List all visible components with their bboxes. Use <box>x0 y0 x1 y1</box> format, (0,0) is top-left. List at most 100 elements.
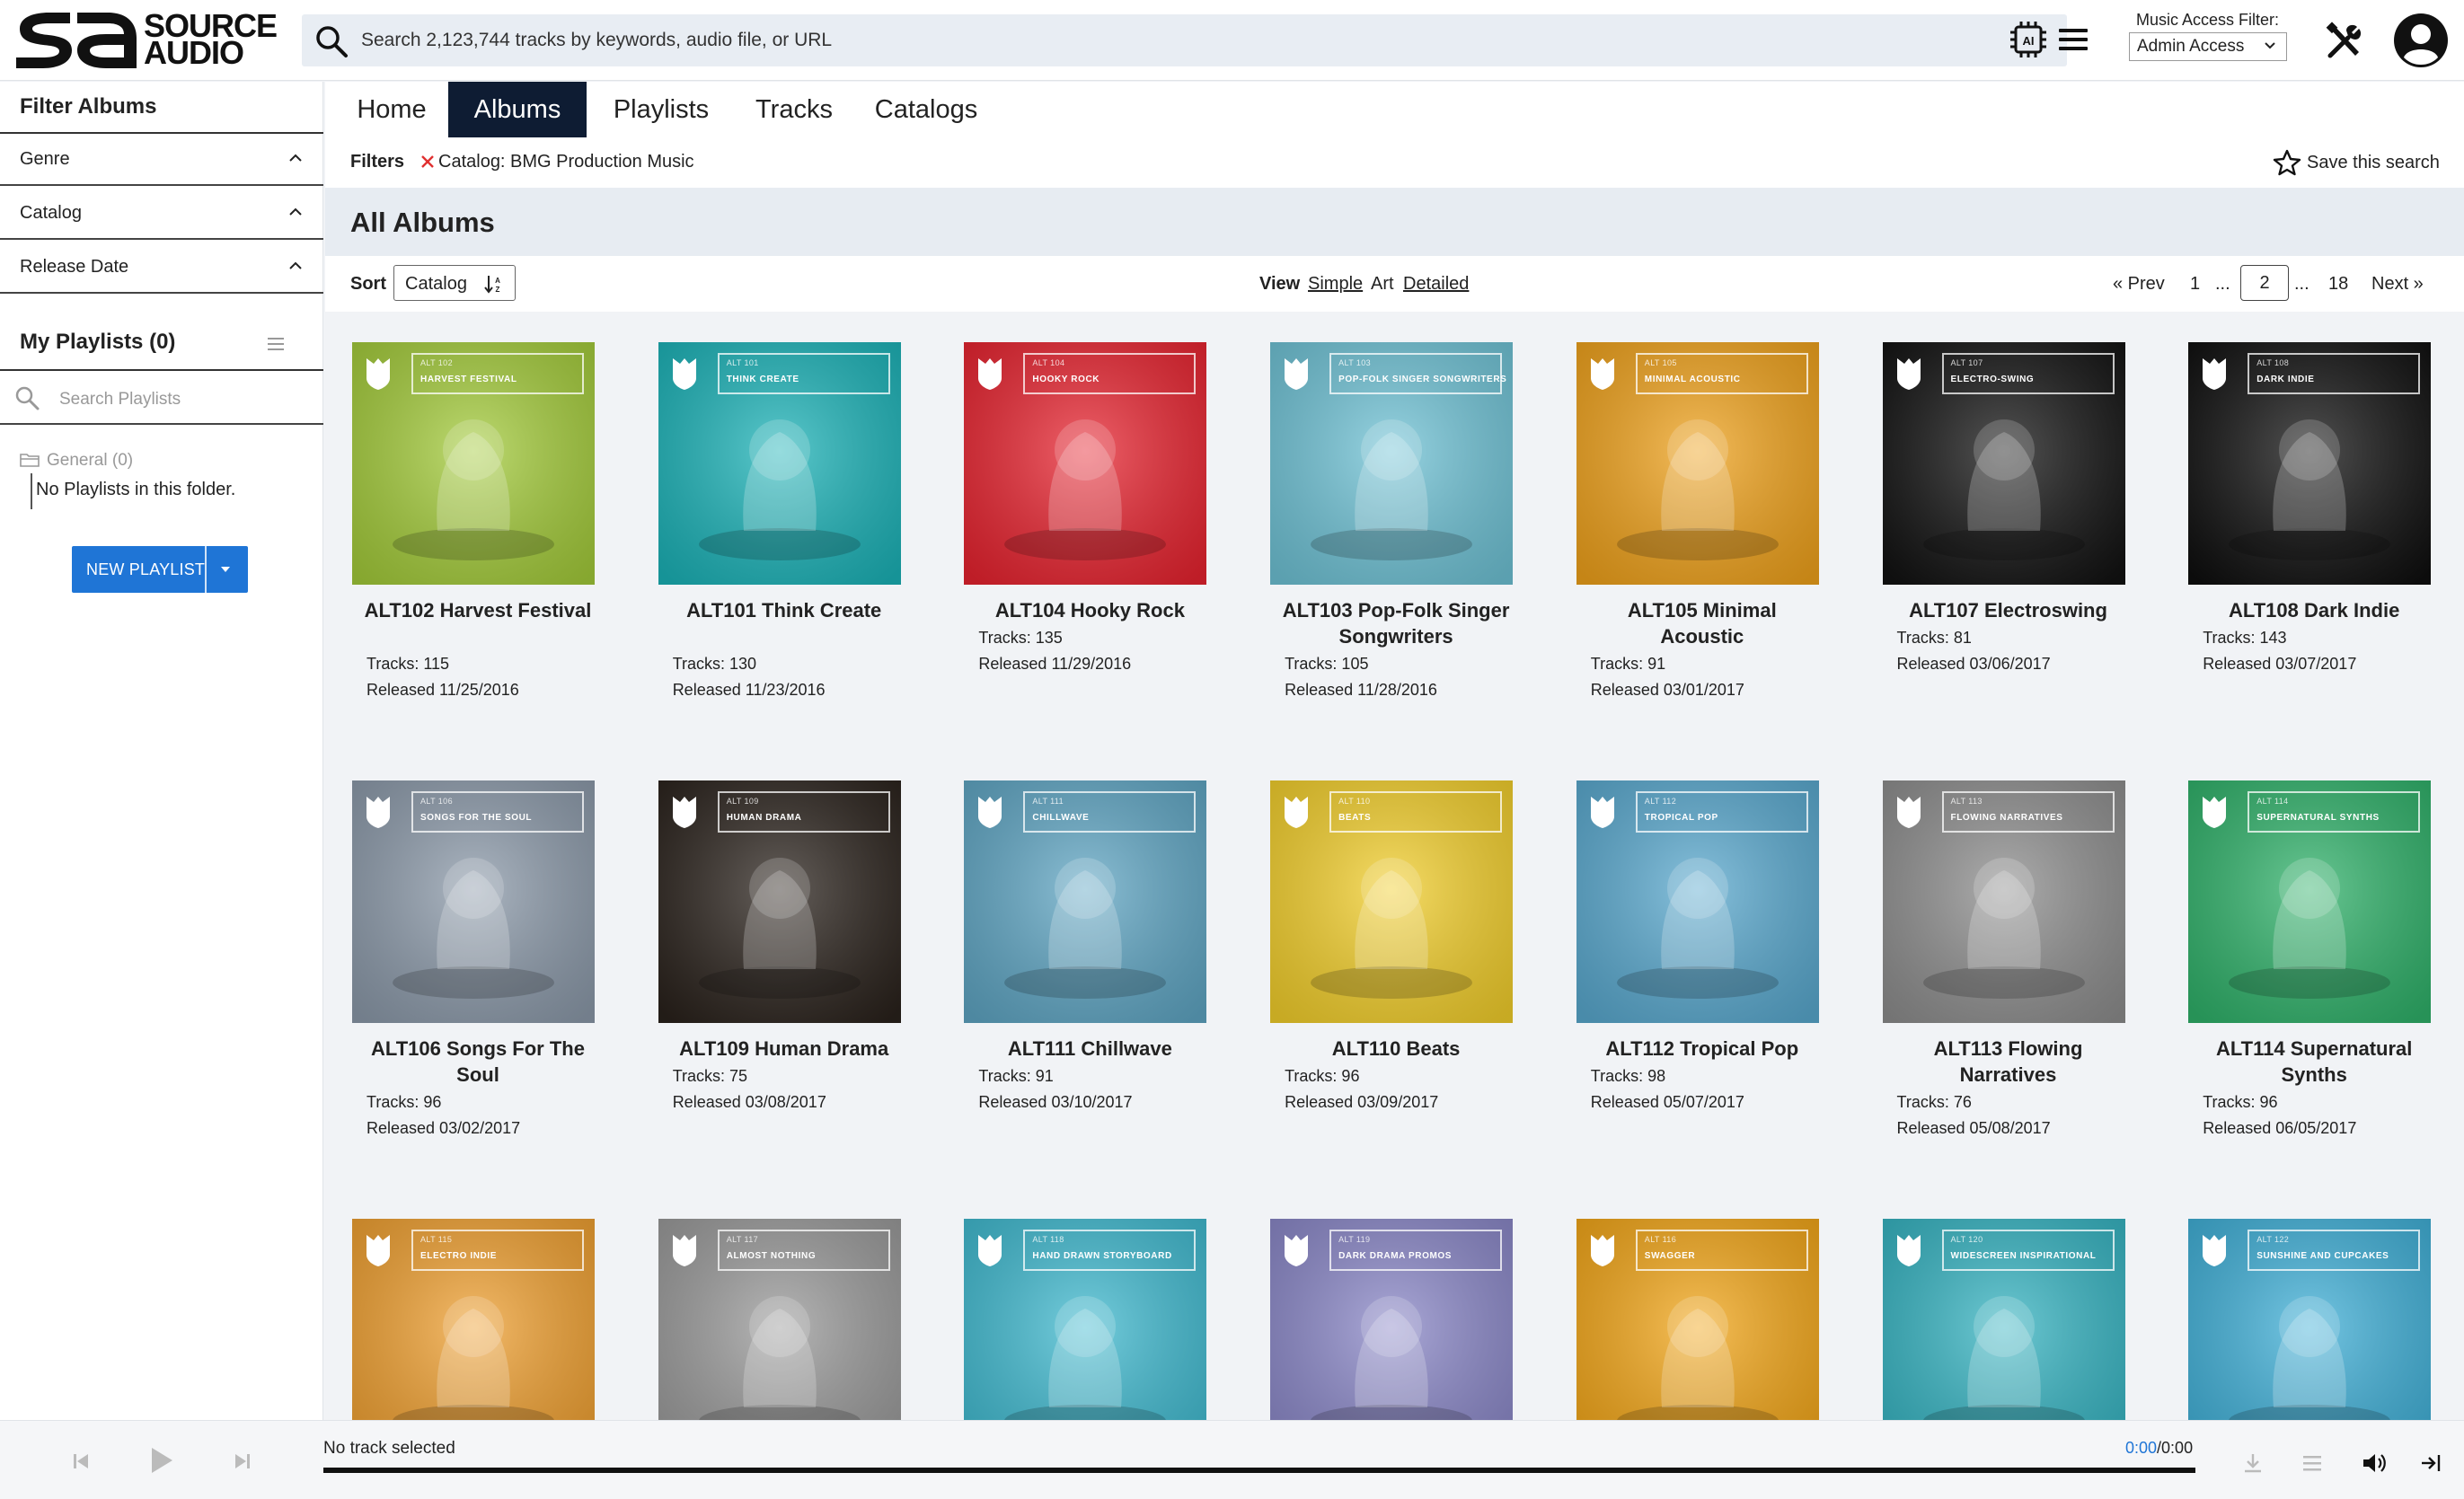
filters-label: Filters <box>350 152 405 172</box>
album-cover[interactable]: ALT 105 MINIMAL ACOUSTIC <box>1576 342 1819 585</box>
app: SOURCE AUDIO AI Musi <box>0 0 2464 1499</box>
album-cover[interactable]: ALT 106 SONGS FOR THE SOUL <box>352 780 595 1023</box>
album-release-date: Released 11/29/2016 <box>978 655 1132 673</box>
view-detailed[interactable]: Detailed <box>1403 274 1469 295</box>
album-cover[interactable]: ALT 111 CHILLWAVE <box>964 780 1207 1023</box>
close-player-icon[interactable] <box>2420 1451 2442 1475</box>
tab-tracks[interactable]: Tracks <box>737 82 852 137</box>
album-name[interactable]: ALT106 Songs For The Soul <box>325 1036 631 1088</box>
queue-list-icon[interactable] <box>2301 1453 2323 1473</box>
album-name[interactable]: ALT105 Minimal Acoustic <box>1550 597 1855 649</box>
shield-logo-icon <box>1285 1235 1309 1266</box>
button-divider <box>205 546 207 593</box>
player-total-time: /0:00 <box>2157 1439 2194 1457</box>
player-progress-bar[interactable] <box>323 1468 2195 1473</box>
album-name[interactable]: ALT102 Harvest Festival <box>325 597 631 623</box>
pagination-page-last[interactable]: 18 <box>2328 274 2348 295</box>
logo[interactable]: SOURCE AUDIO <box>13 10 282 70</box>
album-cover[interactable]: ALT 110 BEATS <box>1270 780 1514 1023</box>
ai-chip-icon[interactable]: AI <box>2009 20 2048 59</box>
download-icon[interactable] <box>2242 1451 2264 1475</box>
pagination-prev[interactable]: « Prev <box>2113 274 2165 295</box>
tab-playlists[interactable]: Playlists <box>591 82 731 137</box>
playlists-menu-icon[interactable] <box>266 335 286 353</box>
album-cover[interactable]: ALT 119 DARK DRAMA PROMOS <box>1270 1219 1514 1420</box>
album-name[interactable]: ALT111 Chillwave <box>937 1036 1242 1062</box>
album-name[interactable]: ALT112 Tropical Pop <box>1550 1036 1855 1062</box>
play-icon[interactable] <box>149 1446 174 1475</box>
album-name[interactable]: ALT113 Flowing Narratives <box>1856 1036 2161 1088</box>
album-cover[interactable]: ALT 115 ELECTRO INDIE <box>352 1219 595 1420</box>
caret-down-icon[interactable] <box>219 564 232 575</box>
album-cover[interactable]: ALT 101 THINK CREATE <box>658 342 901 585</box>
new-playlist-button[interactable]: NEW PLAYLIST <box>72 546 248 593</box>
album-name[interactable]: ALT107 Electroswing <box>1856 597 2161 623</box>
cover-title: ELECTRO-SWING <box>1950 375 2035 384</box>
cover-code: ALT 103 <box>1338 358 1372 367</box>
folder-general[interactable]: General (0) <box>47 451 133 471</box>
cover-code: ALT 101 <box>726 358 759 367</box>
star-icon[interactable] <box>2273 148 2301 177</box>
album-cover[interactable]: ALT 107 ELECTRO-SWING <box>1882 342 2125 585</box>
sort-view-pagination-bar: Sort Catalog A Z View Simple Art Detaile… <box>325 256 2464 312</box>
user-avatar-icon[interactable] <box>2393 13 2449 68</box>
search-input[interactable] <box>361 14 1978 66</box>
album-cover[interactable]: ALT 104 HOOKY ROCK <box>964 342 1207 585</box>
view-art[interactable]: Art <box>1371 274 1394 295</box>
sort-select[interactable]: Catalog A Z <box>393 265 516 301</box>
skip-next-icon[interactable] <box>234 1451 252 1471</box>
svg-text:AI: AI <box>2023 34 2035 48</box>
cover-title: SUNSHINE AND CUPCAKES <box>2256 1251 2389 1261</box>
album-name[interactable]: ALT110 Beats <box>1243 1036 1549 1062</box>
album-cover[interactable]: ALT 114 SUPERNATURAL SYNTHS <box>2188 780 2432 1023</box>
divider <box>0 423 323 425</box>
pagination-current-page[interactable]: 2 <box>2240 265 2289 301</box>
filter-catalog[interactable]: Catalog <box>0 188 323 240</box>
save-search-link[interactable]: Save this search <box>2307 153 2440 173</box>
album-name[interactable]: ALT114 Supernatural Synths <box>2161 1036 2464 1088</box>
album-cover[interactable]: ALT 120 WIDESCREEN INSPIRATIONAL <box>1882 1219 2125 1420</box>
album-cover[interactable]: ALT 113 FLOWING NARRATIVES <box>1882 780 2125 1023</box>
shield-logo-icon <box>1285 358 1309 390</box>
album-name[interactable]: ALT101 Think Create <box>631 597 937 623</box>
filter-release-date[interactable]: Release Date <box>0 242 323 294</box>
shield-logo-icon <box>1590 1235 1614 1266</box>
music-access-filter-select[interactable]: Admin Access <box>2129 32 2287 61</box>
cover-code: ALT 104 <box>1032 358 1065 367</box>
cover-title: FLOWING NARRATIVES <box>1950 813 2063 823</box>
album-track-count: Tracks: 91 <box>1590 655 1666 673</box>
filter-genre[interactable]: Genre <box>0 134 323 186</box>
search-playlists-input[interactable] <box>59 382 302 418</box>
album-cover[interactable]: ALT 116 SWAGGER <box>1576 1219 1819 1420</box>
album-name[interactable]: ALT103 Pop-Folk Singer Songwriters <box>1243 597 1549 649</box>
album-cover[interactable]: ALT 117 ALMOST NOTHING <box>658 1219 901 1420</box>
hamburger-menu-icon[interactable] <box>2057 23 2089 56</box>
volume-icon[interactable] <box>2361 1450 2388 1477</box>
tab-catalogs[interactable]: Catalogs <box>859 82 994 137</box>
pagination-page-1[interactable]: 1 <box>2190 274 2200 295</box>
album-name[interactable]: ALT108 Dark Indie <box>2161 597 2464 623</box>
album-cover[interactable]: ALT 118 HAND DRAWN STORYBOARD <box>964 1219 1207 1420</box>
player-current-time: 0:00 <box>2125 1439 2158 1457</box>
tab-albums[interactable]: Albums <box>448 82 587 137</box>
svg-text:Z: Z <box>496 286 500 294</box>
view-simple[interactable]: Simple <box>1308 274 1363 295</box>
shield-logo-icon <box>978 797 1002 828</box>
album-cover[interactable]: ALT 102 HARVEST FESTIVAL <box>352 342 595 585</box>
remove-filter-icon[interactable] <box>420 154 435 169</box>
cover-title: SUPERNATURAL SYNTHS <box>2256 813 2380 823</box>
tab-home[interactable]: Home <box>334 82 449 137</box>
album-cover[interactable]: ALT 103 POP-FOLK SINGER SONGWRITERS <box>1270 342 1514 585</box>
album-cover[interactable]: ALT 108 DARK INDIE <box>2188 342 2432 585</box>
search-icon[interactable] <box>314 24 349 58</box>
skip-previous-icon[interactable] <box>72 1451 90 1471</box>
album-name[interactable]: ALT109 Human Drama <box>631 1036 937 1062</box>
pagination-next[interactable]: Next » <box>2371 274 2424 295</box>
album-cover[interactable]: ALT 112 TROPICAL POP <box>1576 780 1819 1023</box>
album-name[interactable]: ALT104 Hooky Rock <box>937 597 1242 623</box>
album-cover[interactable]: ALT 109 HUMAN DRAMA <box>658 780 901 1023</box>
album-cover[interactable]: ALT 122 SUNSHINE AND CUPCAKES <box>2188 1219 2432 1420</box>
tools-icon[interactable] <box>2325 22 2364 61</box>
cover-code: ALT 116 <box>1644 1235 1677 1244</box>
sidebar: Filter Albums Genre Catalog Release Date… <box>0 82 323 1420</box>
